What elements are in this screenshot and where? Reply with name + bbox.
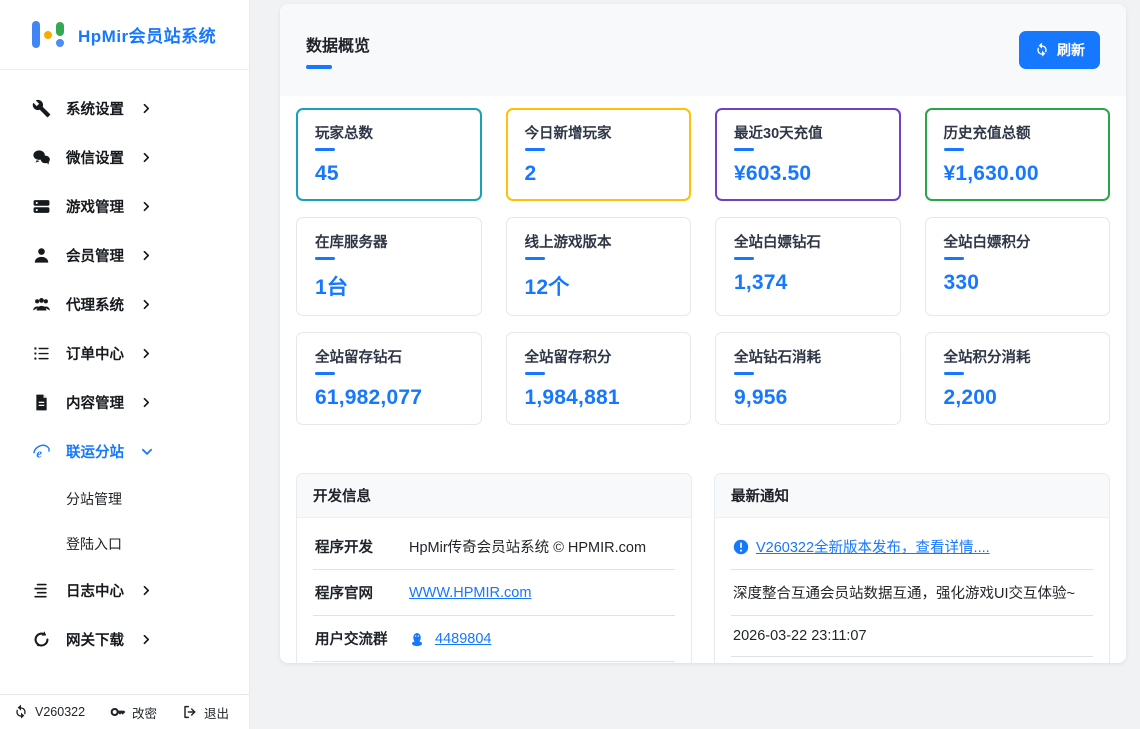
dev-info-row-group: 用户交流群 4489804	[313, 616, 675, 662]
sidebar-item-member-management[interactable]: 会员管理	[0, 231, 249, 280]
title-underline	[306, 65, 332, 69]
chevron-right-icon	[141, 152, 152, 163]
list-icon	[31, 344, 51, 364]
sidebar-item-order-center[interactable]: 订单中心	[0, 329, 249, 378]
version-label: V260322	[35, 705, 85, 719]
sidebar-menu: 系统设置 微信设置 游戏管理 会员	[0, 70, 249, 694]
logout-icon	[182, 704, 198, 720]
app-root: HpMir会员站系统 系统设置 微信设置 游	[0, 0, 1140, 729]
download-icon	[31, 630, 51, 650]
sidebar: HpMir会员站系统 系统设置 微信设置 游	[0, 0, 250, 729]
sidebar-subitem-substation-management[interactable]: 分站管理	[0, 476, 249, 521]
info-icon	[733, 539, 749, 555]
chevron-right-icon	[141, 348, 152, 359]
sidebar-item-label: 网关下载	[66, 629, 124, 650]
chevron-right-icon	[141, 201, 152, 212]
sidebar-item-label: 系统设置	[66, 98, 124, 119]
sidebar-item-label: 微信设置	[66, 147, 124, 168]
logout-label: 退出	[204, 703, 229, 722]
qq-icon	[409, 631, 425, 647]
chevron-right-icon	[141, 397, 152, 408]
sidebar-item-agent-system[interactable]: 代理系统	[0, 280, 249, 329]
release-notice-link[interactable]: V260322全新版本发布，查看详情....	[756, 536, 990, 557]
refresh-icon	[1034, 42, 1050, 58]
users-icon	[31, 295, 51, 315]
key-icon	[110, 704, 126, 720]
sidebar-item-label: 联运分站	[66, 441, 124, 462]
change-password-button[interactable]: 改密	[110, 703, 157, 722]
dev-info-row-website: 程序官网 WWW.HPMIR.com	[313, 570, 675, 616]
overview-header: 数据概览 刷新	[280, 4, 1126, 96]
sidebar-item-log-center[interactable]: 日志中心	[0, 566, 249, 615]
stat-card-recharge-30days: 最近30天充值 ¥603.50	[715, 108, 901, 201]
stat-card-diamonds-consumed: 全站钻石消耗 9,956	[715, 332, 901, 425]
main-content: 数据概览 刷新 玩家总数 45 今日新增玩家	[250, 0, 1140, 729]
notice-item-description: 深度整合互通会员站数据互通，强化游戏UI交互体验~	[731, 570, 1093, 616]
refresh-label: 刷新	[1057, 40, 1085, 60]
logout-button[interactable]: 退出	[182, 703, 229, 722]
svg-text:e: e	[36, 446, 42, 460]
sidebar-item-system-settings[interactable]: 系统设置	[0, 84, 249, 133]
brand-logo-icon	[32, 21, 64, 48]
sidebar-item-label: 游戏管理	[66, 196, 124, 217]
chevron-right-icon	[141, 299, 152, 310]
sidebar-item-label: 订单中心	[66, 343, 124, 364]
stat-card-points-consumed: 全站积分消耗 2,200	[925, 332, 1111, 425]
sidebar-item-label: 会员管理	[66, 245, 124, 266]
brand: HpMir会员站系统	[0, 0, 249, 70]
sidebar-subitem-login-entry[interactable]: 登陆入口	[0, 521, 249, 566]
stat-cards-grid: 玩家总数 45 今日新增玩家 2 最近30天充值 ¥603.50 历史充值总额	[280, 96, 1126, 425]
stat-card-servers: 在库服务器 1台	[296, 217, 482, 316]
chevron-right-icon	[141, 103, 152, 114]
page-title: 数据概览	[306, 32, 370, 56]
notices-title: 最新通知	[715, 474, 1109, 518]
user-icon	[31, 246, 51, 266]
bottom-panels: 开发信息 程序开发 HpMir传奇会员站系统 © HPMIR.com 程序官网 …	[296, 473, 1110, 663]
notice-item-timestamp: 2026-03-22 23:11:07	[731, 616, 1093, 657]
chevron-right-icon	[141, 634, 152, 645]
browser-e-icon: e	[31, 442, 51, 462]
notices-panel: 最新通知 V260322全新版本发布，查看详情.... 深度整合互通会员站数据互…	[714, 473, 1110, 663]
change-password-label: 改密	[132, 703, 157, 722]
sidebar-item-content-management[interactable]: 内容管理	[0, 378, 249, 427]
sidebar-item-label: 内容管理	[66, 392, 124, 413]
server-icon	[31, 197, 51, 217]
refresh-icon	[13, 704, 29, 720]
stat-card-new-players-today: 今日新增玩家 2	[506, 108, 692, 201]
document-icon	[31, 393, 51, 413]
sidebar-item-label: 日志中心	[66, 580, 124, 601]
sidebar-item-gateway-download[interactable]: 网关下载	[0, 615, 249, 664]
brand-title: HpMir会员站系统	[78, 22, 216, 47]
stat-card-total-players: 玩家总数 45	[296, 108, 482, 201]
dev-info-panel: 开发信息 程序开发 HpMir传奇会员站系统 © HPMIR.com 程序官网 …	[296, 473, 692, 663]
dev-info-row-developer: 程序开发 HpMir传奇会员站系统 © HPMIR.com	[313, 524, 675, 570]
version-button[interactable]: V260322	[13, 704, 85, 720]
stat-card-game-versions: 线上游戏版本 12个	[506, 217, 692, 316]
qq-group-link[interactable]: 4489804	[435, 631, 491, 647]
log-icon	[31, 581, 51, 601]
official-website-link[interactable]: WWW.HPMIR.com	[409, 585, 531, 601]
overview-panel: 数据概览 刷新 玩家总数 45 今日新增玩家	[280, 4, 1126, 663]
sidebar-footer: V260322 改密 退出	[0, 694, 249, 729]
chevron-right-icon	[141, 585, 152, 596]
sidebar-item-label: 代理系统	[66, 294, 124, 315]
sidebar-item-game-management[interactable]: 游戏管理	[0, 182, 249, 231]
sidebar-item-wechat-settings[interactable]: 微信设置	[0, 133, 249, 182]
dev-info-title: 开发信息	[297, 474, 691, 518]
chevron-right-icon	[141, 250, 152, 261]
notice-item-release: V260322全新版本发布，查看详情....	[731, 524, 1093, 570]
stat-card-free-points: 全站白嫖积分 330	[925, 217, 1111, 316]
sidebar-item-union-substation[interactable]: e 联运分站	[0, 427, 249, 476]
stat-card-free-diamonds: 全站白嫖钻石 1,374	[715, 217, 901, 316]
refresh-button[interactable]: 刷新	[1019, 31, 1100, 69]
wechat-icon	[31, 148, 51, 168]
tools-icon	[31, 99, 51, 119]
chevron-down-icon	[141, 446, 153, 458]
stat-card-retained-points: 全站留存积分 1,984,881	[506, 332, 692, 425]
stat-card-total-recharge: 历史充值总额 ¥1,630.00	[925, 108, 1111, 201]
stat-card-retained-diamonds: 全站留存钻石 61,982,077	[296, 332, 482, 425]
